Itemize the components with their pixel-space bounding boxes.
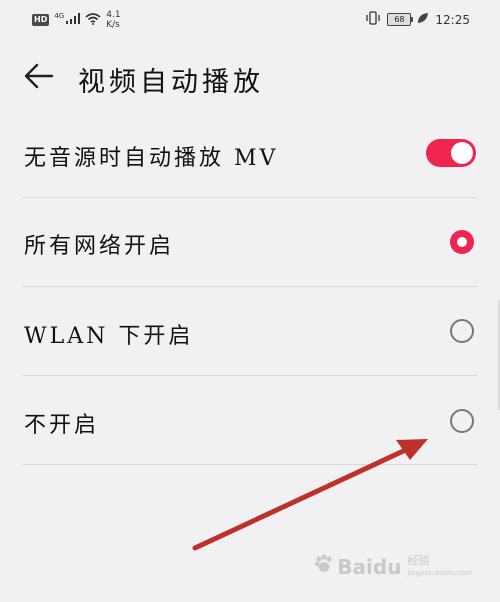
watermark-sub1: 经验 bbox=[407, 553, 430, 567]
option-wlan-only[interactable]: WLAN 下开启 bbox=[0, 287, 500, 375]
option-all-networks[interactable]: 所有网络开启 bbox=[0, 198, 500, 286]
back-button[interactable] bbox=[22, 61, 56, 91]
option-label: 不开启 bbox=[24, 413, 100, 438]
status-left: HD 4G 4.1 K/s bbox=[32, 10, 121, 30]
network-speed: 4.1 K/s bbox=[106, 10, 120, 30]
speed-unit: K/s bbox=[106, 20, 120, 30]
paw-icon bbox=[313, 553, 335, 580]
watermark-sub2: jingyan.baidu.com bbox=[407, 568, 472, 577]
autoplay-mv-toggle[interactable] bbox=[426, 139, 476, 167]
toggle-knob bbox=[451, 142, 473, 164]
network-type: 4G bbox=[54, 12, 65, 20]
battery-icon: 68 bbox=[387, 13, 414, 26]
back-arrow-icon bbox=[22, 63, 54, 95]
watermark-sub: 经验 jingyan.baidu.com bbox=[407, 553, 472, 579]
signal-icon bbox=[66, 13, 81, 27]
option-off[interactable]: 不开启 bbox=[0, 376, 500, 464]
status-right: 68 12:25 bbox=[365, 11, 470, 28]
baidu-watermark: Baidu 经验 jingyan.baidu.com bbox=[313, 553, 472, 580]
option-label: WLAN 下开启 bbox=[24, 324, 194, 349]
autoplay-mv-label: 无音源时自动播放 MV bbox=[24, 146, 279, 171]
radio-off[interactable] bbox=[450, 409, 474, 433]
option-label: 所有网络开启 bbox=[24, 234, 175, 259]
page-header: 视频自动播放 bbox=[0, 52, 500, 102]
leaf-icon bbox=[417, 12, 429, 27]
vibrate-icon bbox=[365, 11, 381, 28]
page-title: 视频自动播放 bbox=[78, 67, 264, 98]
clock-time: 12:25 bbox=[435, 12, 470, 27]
speed-value: 4.1 bbox=[106, 10, 121, 20]
radio-wlan-only[interactable] bbox=[450, 319, 474, 343]
hd-badge: HD bbox=[32, 14, 50, 26]
radio-all-networks[interactable] bbox=[450, 230, 474, 254]
autoplay-mv-row[interactable]: 无音源时自动播放 MV bbox=[0, 125, 500, 195]
status-bar: HD 4G 4.1 K/s 68 12:25 bbox=[0, 0, 500, 40]
divider bbox=[22, 464, 477, 465]
watermark-text: Baidu bbox=[337, 554, 402, 579]
wifi-icon bbox=[85, 12, 101, 28]
